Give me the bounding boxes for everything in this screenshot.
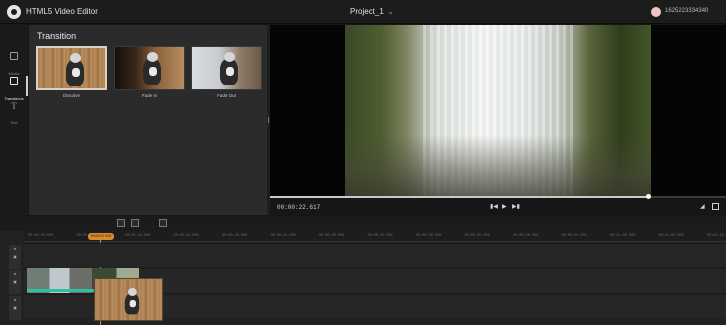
ruler-tick: 00:00:45.000	[464, 234, 490, 238]
app-logo-icon	[7, 5, 21, 19]
track-header-1[interactable]: ● ▣	[9, 245, 21, 269]
avatar[interactable]	[651, 7, 661, 17]
player-controls	[270, 197, 726, 215]
text-icon: T	[11, 101, 17, 111]
video-frame[interactable]	[345, 25, 651, 197]
track-header-2[interactable]: ● ▣	[9, 270, 21, 294]
project-name: Project_1	[350, 7, 384, 16]
ruler-tick: 00:01:00.000	[610, 234, 636, 238]
rail-item-transitions[interactable]: Transitions	[0, 74, 28, 101]
rail-item-text[interactable]: T Text	[0, 99, 28, 125]
ruler-tick: 00:00:15.000	[173, 234, 199, 238]
timeline-toolbar	[0, 216, 726, 231]
chevron-down-icon: ⌄	[387, 9, 394, 16]
split-icon[interactable]	[131, 219, 139, 227]
volume-icon[interactable]: ◢	[700, 203, 705, 210]
video-preview	[270, 25, 726, 197]
ruler-tick: 00:01:05.000	[658, 234, 684, 238]
ruler-tick: 00:00:50.000	[513, 234, 539, 238]
timecode: 00:00:22.617	[277, 204, 321, 211]
thumbnail-image	[220, 52, 238, 85]
thumbnail-image	[124, 288, 140, 315]
transition-thumb-fade-out[interactable]	[191, 46, 262, 90]
zoom-icon[interactable]	[159, 219, 167, 227]
progress-fill	[270, 196, 649, 198]
ruler-tick: 00:00:40.000	[416, 234, 442, 238]
ruler-tick: 00:00:35.000	[367, 234, 393, 238]
ruler-tick: 00:00:20.000	[222, 234, 248, 238]
transition-label-fade-in: Fade In	[141, 93, 158, 98]
delete-icon[interactable]	[117, 219, 125, 227]
thumbnail-image	[143, 52, 161, 85]
image-icon	[10, 52, 18, 60]
app-title: HTML5 Video Editor	[26, 7, 98, 16]
playhead-time[interactable]: 00:00:07.000	[88, 233, 114, 240]
transitions-icon	[10, 77, 18, 85]
transition-label-fade-out: Fade Out	[217, 93, 236, 98]
project-selector[interactable]: Project_1 ⌄	[350, 7, 394, 16]
transition-thumb-dissolve[interactable]	[36, 46, 107, 90]
user-id: 1625223334340	[665, 8, 709, 14]
prev-frame-icon[interactable]: ▮◀	[490, 203, 498, 210]
ruler-tick: 00:00:30.000	[319, 234, 345, 238]
ruler-tick: 00:00:00.000	[28, 234, 54, 238]
panel-title: Transition	[37, 31, 77, 41]
ruler-tick: 00:00:25.000	[270, 234, 296, 238]
video-foreground	[345, 135, 651, 197]
thumbnail-image	[66, 53, 84, 86]
transition-panel: Transition Dissolve Fade In Fade Out	[29, 25, 267, 215]
ruler-tick: 00:00:55.000	[561, 234, 587, 238]
progress-bar[interactable]	[270, 194, 726, 199]
track-lane[interactable]	[24, 243, 726, 267]
transition-clip-drag[interactable]	[94, 278, 163, 321]
fullscreen-icon[interactable]	[712, 203, 719, 210]
rail-item-media[interactable]: Media	[0, 49, 28, 76]
next-frame-icon[interactable]: ▶▮	[512, 203, 520, 210]
ruler-tick: 00:00:10.000	[125, 234, 151, 238]
transition-label-dissolve: Dissolve	[62, 93, 80, 98]
transition-thumb-fade-in[interactable]	[114, 46, 185, 90]
ruler-tick: 00:01:10.000	[707, 234, 726, 238]
play-icon[interactable]: ▶	[502, 203, 507, 210]
track-header-3[interactable]: ● ▣	[9, 296, 21, 320]
rail-item-label: Text	[10, 120, 18, 125]
